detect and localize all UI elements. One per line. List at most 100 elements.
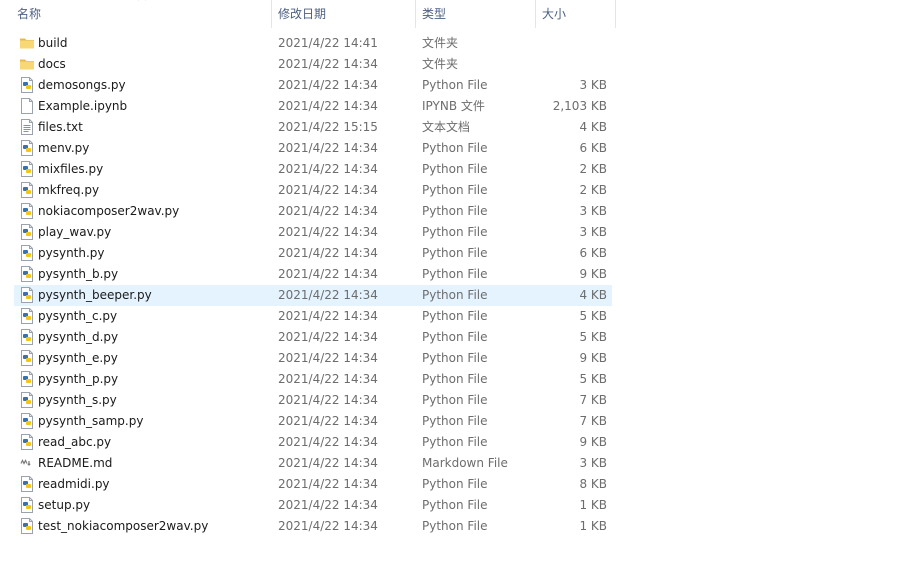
file-row[interactable]: pysynth_d.py 2021/4/22 14:34 Python File 5 … [0, 327, 616, 348]
file-size: 5 KB [579, 372, 607, 386]
file-modified-date: 2021/4/22 14:34 [278, 393, 378, 407]
column-header-type[interactable]: 类型 [422, 0, 446, 28]
file-row[interactable]: files.txt 2021/4/22 15:15 文本文档 4 KB [0, 117, 616, 138]
python-file-icon [19, 287, 35, 303]
file-name: readmidi.py [38, 477, 110, 491]
file-size: 9 KB [579, 267, 607, 281]
folder-icon [19, 35, 35, 51]
file-type: Python File [422, 162, 488, 176]
file-row[interactable]: mixfiles.py 2021/4/22 14:34 Python File 2 K… [0, 159, 616, 180]
file-size: 6 KB [579, 141, 607, 155]
file-name: build [38, 36, 68, 50]
file-modified-date: 2021/4/22 14:34 [278, 141, 378, 155]
file-row[interactable]: mkfreq.py 2021/4/22 14:34 Python File 2 KB [0, 180, 616, 201]
file-type: 文件夹 [422, 57, 459, 71]
file-type: IPYNB 文件 [422, 99, 485, 113]
column-header-bar: 名称 修改日期 类型 大小 [0, 0, 616, 28]
file-row[interactable]: readmidi.py 2021/4/22 14:34 Python File 8 K… [0, 474, 616, 495]
file-modified-date: 2021/4/22 14:41 [278, 36, 378, 50]
file-row[interactable]: menv.py 2021/4/22 14:34 Python File 6 KB [0, 138, 616, 159]
file-type: Python File [422, 477, 488, 491]
file-size: 4 KB [579, 288, 607, 302]
file-type: Python File [422, 225, 488, 239]
file-size: 9 KB [579, 351, 607, 365]
file-modified-date: 2021/4/22 14:34 [278, 246, 378, 260]
file-row[interactable]: pysynth_s.py 2021/4/22 14:34 Python File 7 … [0, 390, 616, 411]
file-size: 5 KB [579, 309, 607, 323]
file-type: Python File [422, 267, 488, 281]
file-list: build 2021/4/22 14:41 文件夹 docs 2021/4/22 14:… [0, 33, 616, 537]
column-divider[interactable] [415, 0, 416, 28]
file-size: 9 KB [579, 435, 607, 449]
folder-icon [19, 56, 35, 72]
file-row[interactable]: nokiacomposer2wav.py 2021/4/22 14:34 Pytho… [0, 201, 616, 222]
file-type: Python File [422, 246, 488, 260]
markdown-file-icon [19, 455, 35, 471]
file-row[interactable]: pysynth_samp.py 2021/4/22 14:34 Python Fil… [0, 411, 616, 432]
file-size: 2 KB [579, 183, 607, 197]
file-name: pysynth_samp.py [38, 414, 144, 428]
file-modified-date: 2021/4/22 14:34 [278, 183, 378, 197]
file-row[interactable]: build 2021/4/22 14:41 文件夹 [0, 33, 616, 54]
file-type: Python File [422, 393, 488, 407]
file-row[interactable]: pysynth_b.py 2021/4/22 14:34 Python File 9 … [0, 264, 616, 285]
file-row[interactable]: pysynth_p.py 2021/4/22 14:34 Python File 5 … [0, 369, 616, 390]
python-file-icon [19, 140, 35, 156]
python-file-icon [19, 245, 35, 261]
file-type: Python File [422, 288, 488, 302]
python-file-icon [19, 308, 35, 324]
file-type: Python File [422, 204, 488, 218]
file-type: Python File [422, 309, 488, 323]
file-row[interactable]: setup.py 2021/4/22 14:34 Python File 1 KB [0, 495, 616, 516]
column-header-name[interactable]: 名称 [17, 0, 41, 28]
file-modified-date: 2021/4/22 14:34 [278, 519, 378, 533]
file-name: pysynth_p.py [38, 372, 119, 386]
file-size: 4 KB [579, 120, 607, 134]
column-header-size[interactable]: 大小 [542, 0, 566, 28]
file-row[interactable]: docs 2021/4/22 14:34 文件夹 [0, 54, 616, 75]
file-name: pysynth_beeper.py [38, 288, 152, 302]
file-modified-date: 2021/4/22 14:34 [278, 267, 378, 281]
file-size: 8 KB [579, 477, 607, 491]
file-modified-date: 2021/4/22 14:34 [278, 330, 378, 344]
python-file-icon [19, 434, 35, 450]
file-modified-date: 2021/4/22 14:34 [278, 435, 378, 449]
file-modified-date: 2021/4/22 14:34 [278, 162, 378, 176]
file-name: play_wav.py [38, 225, 112, 239]
column-divider[interactable] [535, 0, 536, 28]
python-file-icon [19, 203, 35, 219]
file-size [536, 54, 607, 75]
file-size: 6 KB [579, 246, 607, 260]
file-modified-date: 2021/4/22 15:15 [278, 120, 378, 134]
file-row[interactable]: test_nokiacomposer2wav.py 2021/4/22 14:34… [0, 516, 616, 537]
file-row[interactable]: README.md 2021/4/22 14:34 Markdown File 3 K… [0, 453, 616, 474]
file-row[interactable]: demosongs.py 2021/4/22 14:34 Python File 3 … [0, 75, 616, 96]
file-type: Python File [422, 498, 488, 512]
file-size: 7 KB [579, 414, 607, 428]
file-row[interactable]: pysynth.py 2021/4/22 14:34 Python File 6 KB [0, 243, 616, 264]
python-file-icon [19, 497, 35, 513]
column-header-date[interactable]: 修改日期 [278, 0, 326, 28]
file-type: Python File [422, 372, 488, 386]
file-row-selected[interactable]: pysynth_beeper.py 2021/4/22 14:34 Python F… [14, 285, 612, 306]
column-divider[interactable] [615, 0, 616, 28]
file-name: pysynth_d.py [38, 330, 119, 344]
file-row[interactable]: Example.ipynb 2021/4/22 14:34 IPYNB 文件 2,10… [0, 96, 616, 117]
file-row[interactable]: pysynth_c.py 2021/4/22 14:34 Python File 5 … [0, 306, 616, 327]
file-row[interactable]: play_wav.py 2021/4/22 14:34 Python File 3 K… [0, 222, 616, 243]
file-size: 2 KB [579, 162, 607, 176]
file-type: Python File [422, 183, 488, 197]
file-size: 7 KB [579, 393, 607, 407]
file-name: pysynth_s.py [38, 393, 117, 407]
file-name: demosongs.py [38, 78, 126, 92]
file-modified-date: 2021/4/22 14:34 [278, 456, 378, 470]
file-size: 5 KB [579, 330, 607, 344]
file-type: Python File [422, 141, 488, 155]
file-row[interactable]: pysynth_e.py 2021/4/22 14:34 Python File 9 … [0, 348, 616, 369]
file-name: pysynth.py [38, 246, 105, 260]
column-divider[interactable] [271, 0, 272, 28]
file-size: 3 KB [579, 225, 607, 239]
file-row[interactable]: read_abc.py 2021/4/22 14:34 Python File 9 K… [0, 432, 616, 453]
file-name: docs [38, 57, 66, 71]
file-modified-date: 2021/4/22 14:34 [278, 351, 378, 365]
